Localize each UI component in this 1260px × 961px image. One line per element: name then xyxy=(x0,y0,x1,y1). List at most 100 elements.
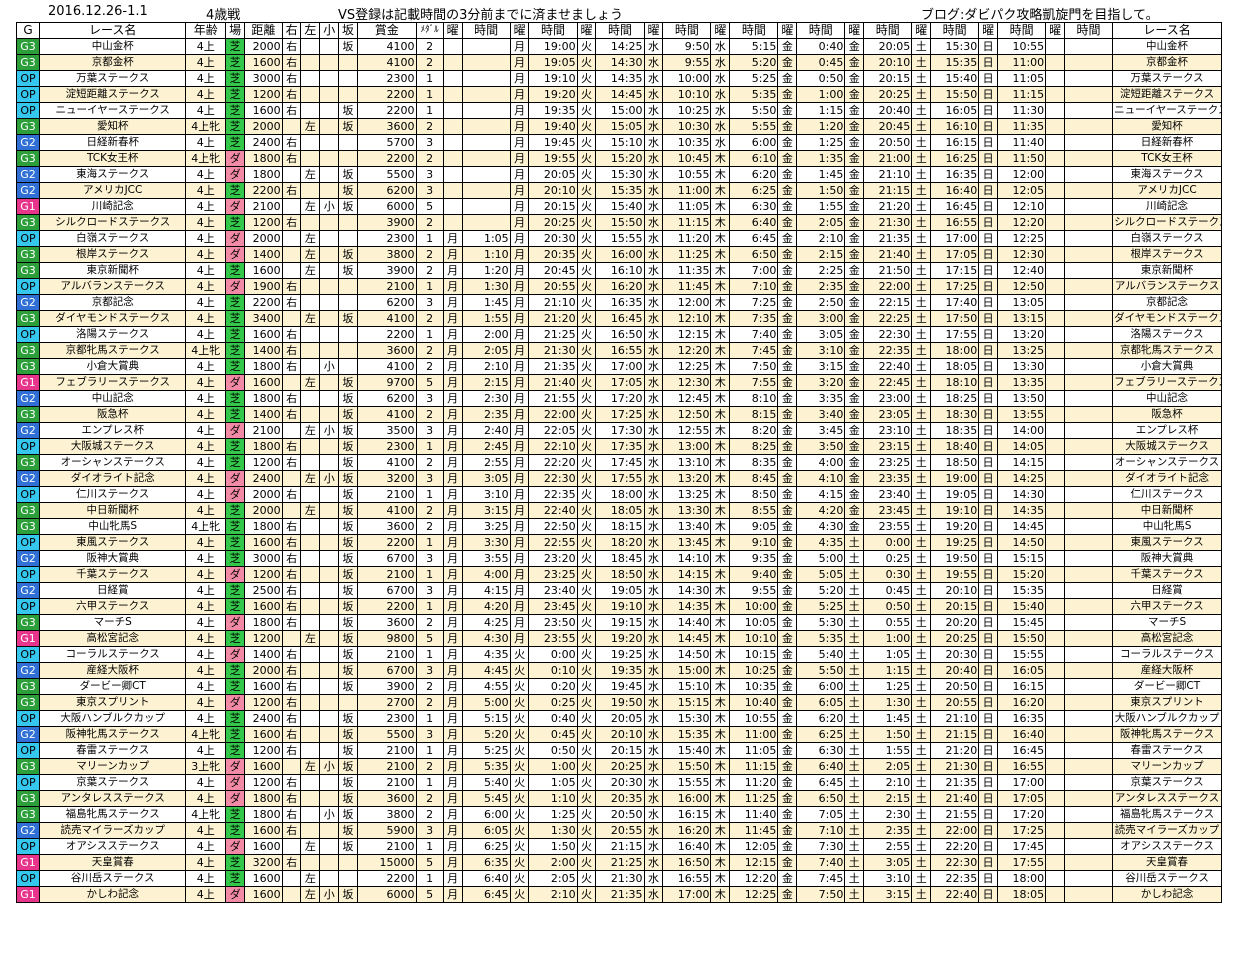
weekday-cell: 日 xyxy=(978,742,999,759)
column-header: 曜 xyxy=(1045,22,1065,39)
left-turn: 左 xyxy=(300,886,321,903)
race-name-right: 川崎記念 xyxy=(1112,198,1222,215)
prize-money: 3600 xyxy=(356,614,417,631)
time-cell: 9:50 xyxy=(662,38,712,55)
prize-money: 3900 xyxy=(356,262,417,279)
race-name: 東京新聞杯 xyxy=(38,262,187,279)
time-cell: 8:10 xyxy=(729,390,779,407)
right-turn xyxy=(281,838,302,855)
weekday-cell: 土 xyxy=(911,214,932,231)
time-cell: 6:45 xyxy=(796,774,846,791)
small-track xyxy=(319,182,340,199)
time-cell: 7:45 xyxy=(729,342,779,359)
medal-count: 3 xyxy=(415,166,444,183)
medal-count: 3 xyxy=(415,182,444,199)
weekday-cell: 水 xyxy=(643,614,664,631)
time-cell: 11:35 xyxy=(662,262,712,279)
time-cell xyxy=(1063,502,1114,519)
time-cell: 7:05 xyxy=(796,806,846,823)
time-cell xyxy=(1063,166,1114,183)
time-cell: 20:30 xyxy=(528,230,578,247)
surface-cell: 芝 xyxy=(225,454,245,471)
time-cell: 1:10 xyxy=(461,246,511,263)
weekday-cell: 土 xyxy=(911,854,932,871)
weekday-cell: 土 xyxy=(911,678,932,695)
race-name-right: 阪急杯 xyxy=(1112,406,1222,423)
race-name: 谷川岳ステークス xyxy=(38,870,187,887)
right-turn xyxy=(281,310,302,327)
weekday-cell xyxy=(1045,166,1065,183)
medal-count: 1 xyxy=(415,566,444,583)
time-cell: 11:00 xyxy=(997,54,1047,71)
time-cell xyxy=(1063,742,1114,759)
age-condition: 4上 xyxy=(185,294,227,311)
weekday-cell: 月 xyxy=(509,518,530,535)
weekday-cell: 金 xyxy=(844,86,865,103)
weekday-cell: 月 xyxy=(442,598,463,615)
time-cell: 16:10 xyxy=(930,118,980,135)
weekday-cell: 日 xyxy=(978,262,999,279)
time-cell: 3:05 xyxy=(461,470,511,487)
weekday-cell: 金 xyxy=(777,678,798,695)
weekday-cell: 土 xyxy=(911,70,932,87)
weekday-cell: 月 xyxy=(509,406,530,423)
time-cell xyxy=(1063,582,1114,599)
time-cell: 18:05 xyxy=(595,502,645,519)
medal-count: 2 xyxy=(415,342,444,359)
right-turn: 右 xyxy=(281,182,302,199)
weekday-cell: 土 xyxy=(844,550,865,567)
weekday-cell xyxy=(1045,54,1065,71)
time-cell xyxy=(1063,182,1114,199)
race-name: アメリカJCC xyxy=(38,182,187,199)
medal-count: 3 xyxy=(415,726,444,743)
time-cell: 6:25 xyxy=(461,838,511,855)
surface-cell: 芝 xyxy=(225,742,245,759)
weekday-cell xyxy=(1045,502,1065,519)
time-cell: 12:30 xyxy=(662,374,712,391)
weekday-cell xyxy=(1045,326,1065,343)
weekday-cell: 日 xyxy=(978,246,999,263)
weekday-cell: 土 xyxy=(844,630,865,647)
race-row: G3 根岸ステークス 4上ダ 1400 左坂 3800 2 月 1:10 月 20:35 火 16:00… xyxy=(16,246,1222,263)
slope: 坂 xyxy=(338,406,358,423)
time-cell: 10:05 xyxy=(729,614,779,631)
weekday-cell: 日 xyxy=(978,454,999,471)
grade-badge: G3 xyxy=(16,614,40,631)
weekday-cell xyxy=(1045,726,1065,743)
medal-count: 2 xyxy=(415,358,444,375)
time-cell: 1:55 xyxy=(461,310,511,327)
race-name: 仁川ステークス xyxy=(38,486,187,503)
slope: 坂 xyxy=(338,598,358,615)
weekday-cell: 月 xyxy=(509,278,530,295)
weekday-cell: 日 xyxy=(978,534,999,551)
time-cell: 16:40 xyxy=(930,182,980,199)
time-cell: 23:25 xyxy=(528,566,578,583)
race-name-right: 中山牝馬S xyxy=(1112,518,1222,535)
column-header: 曜 xyxy=(777,22,798,39)
time-cell: 3:05 xyxy=(796,326,846,343)
prize-money: 2100 xyxy=(356,758,417,775)
prize-money: 3900 xyxy=(356,214,417,231)
grade-badge: G3 xyxy=(16,214,40,231)
time-cell xyxy=(461,118,511,135)
time-cell: 15:15 xyxy=(662,694,712,711)
surface-cell: 芝 xyxy=(225,86,245,103)
time-cell: 2:05 xyxy=(528,870,578,887)
time-cell: 1:00 xyxy=(863,630,913,647)
race-row: G2 阪神牝馬ステークス 4上牝芝 1600 右坂 5500 3 月 5:20 火 0:45 火 20:… xyxy=(16,726,1222,743)
time-cell xyxy=(1063,758,1114,775)
race-name: オアシスステークス xyxy=(38,838,187,855)
weekday-cell: 水 xyxy=(643,630,664,647)
time-cell: 15:20 xyxy=(595,150,645,167)
weekday-cell: 木 xyxy=(710,582,731,599)
small-track xyxy=(319,310,340,327)
time-cell: 22:40 xyxy=(930,886,980,903)
left-turn xyxy=(300,406,321,423)
weekday-cell: 木 xyxy=(710,294,731,311)
weekday-cell: 水 xyxy=(643,86,664,103)
time-cell: 16:00 xyxy=(595,246,645,263)
slope xyxy=(338,854,358,871)
time-cell: 20:55 xyxy=(930,694,980,711)
right-turn xyxy=(281,422,302,439)
slope: 坂 xyxy=(338,310,358,327)
